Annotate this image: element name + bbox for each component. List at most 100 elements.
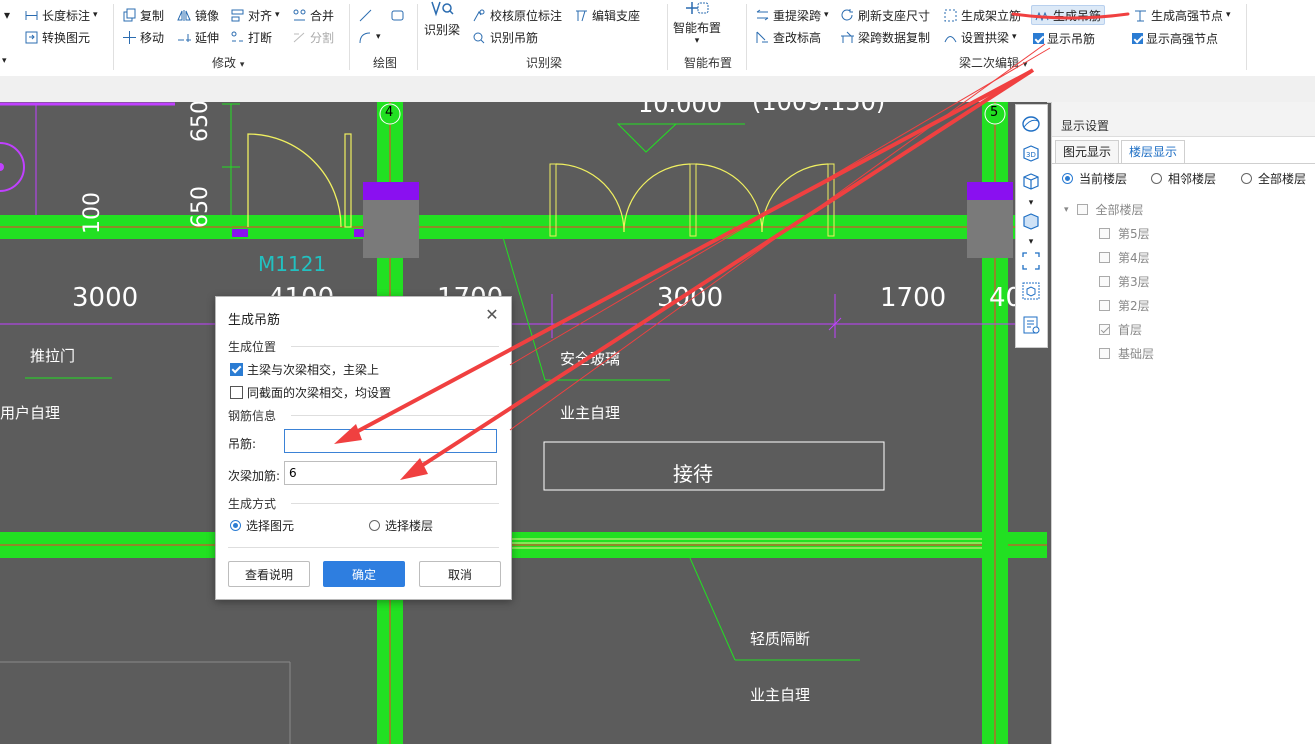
tab-element-display[interactable]: 图元显示 [1055,140,1120,164]
recognize-beam-button[interactable]: 识别梁 [424,0,460,38]
recognize-hanger-button[interactable]: 识别吊筋 [472,28,538,46]
ok-button[interactable]: 确定 [323,561,405,587]
tree-floor-1[interactable]: 首层 [1099,321,1142,338]
radio-current-floor-label: 当前楼层 [1079,172,1128,186]
check-label-button[interactable]: 校核原位标注 [472,6,562,24]
convert-element-button[interactable]: 转换图元 [24,28,90,46]
radio-current-floor[interactable]: 当前楼层 [1062,170,1127,187]
zoom-extent-icon[interactable] [1021,251,1041,271]
orbit-icon[interactable] [1021,114,1041,134]
opt-main-secondary[interactable]: 主梁与次梁相交，主梁上 [230,361,379,378]
solid-cube-icon[interactable] [1021,211,1041,231]
radio-select-element[interactable]: 选择图元 [230,517,294,534]
cube-view-icon[interactable] [1021,171,1041,191]
radio-select-floor[interactable]: 选择楼层 [369,517,433,534]
modify-elev-button[interactable]: 查改标高 [755,28,821,46]
text-partition: 轻质隔断 [750,630,811,648]
show-hanger-checkbox[interactable]: 显示吊筋 [1033,29,1095,47]
re-span-button[interactable]: 重提梁跨 ▾ [755,6,829,24]
move-icon [122,30,137,45]
door-label: M1121 [258,252,327,276]
close-icon[interactable]: ✕ [484,307,500,323]
dropdown-fragment[interactable]: ▾ [4,6,10,24]
split-icon [292,30,307,45]
modify-group-text: 修改 [212,56,237,70]
draw-rect-button[interactable] [390,6,405,24]
split-button[interactable]: 分割 [292,28,334,46]
show-hanger-check[interactable] [1033,32,1044,44]
group-divider [746,4,747,70]
gen-strong-node-icon [1133,8,1148,23]
span-copy-button[interactable]: 梁跨数据复制 [840,28,930,46]
opt-main-secondary-check[interactable] [230,363,243,376]
opt-same-section[interactable]: 同截面的次梁相交，均设置 [230,384,391,401]
text-owner-self: 业主自理 [560,404,621,422]
view-toolbar: 3D ▾ ▾ [1015,104,1048,348]
expand-triangle-icon[interactable]: ▾ [1064,205,1069,215]
chevron-down-icon[interactable]: ▾ [1021,193,1041,213]
drawing-canvas[interactable]: 4 5 10.000 (1009.150) M1121 3000 4100 17… [0,102,1047,744]
panel-header: 显示设置 [1052,102,1315,137]
merge-button[interactable]: 合并 [292,6,334,24]
radio-select-element-label: 选择图元 [246,519,295,533]
tab-floor-display[interactable]: 楼层显示 [1121,140,1186,164]
set-arch-button[interactable]: 设置拱梁 ▾ [943,28,1017,46]
copy-button[interactable]: 复制 [122,6,164,24]
smart-group-label: 智能布置 [684,56,733,70]
draw-line-button[interactable] [358,6,373,24]
radio-select-floor-dot[interactable] [369,520,380,531]
tree-floor-foundation[interactable]: 基础层 [1099,345,1154,362]
view-3d-icon[interactable]: 3D [1021,143,1041,163]
radio-adjacent-floor-dot[interactable] [1151,173,1162,184]
floor-check[interactable] [1099,300,1110,311]
refresh-support-button[interactable]: 刷新支座尺寸 [840,6,930,24]
hanger-input[interactable] [284,429,497,453]
radio-current-floor-dot[interactable] [1062,173,1073,184]
elevation-text-2: (1009.150) [752,102,886,116]
gen-strong-node-label: 生成高强节点 [1151,8,1224,23]
tree-floor-3[interactable]: 第3层 [1099,273,1150,290]
floor-check[interactable] [1099,252,1110,263]
box-select-icon[interactable] [1021,281,1041,301]
refresh-icon [840,8,855,23]
show-strong-node-check[interactable] [1132,32,1143,44]
smart-layout-button[interactable]: 智能布置 ▾ [673,0,721,46]
tree-floor-2[interactable]: 第2层 [1099,297,1150,314]
show-strong-node-checkbox[interactable]: 显示高强节点 [1132,29,1218,47]
tree-root-check[interactable] [1076,204,1088,215]
break-button[interactable]: 打断 [230,28,272,46]
mirror-button[interactable]: 镜像 [177,6,219,24]
gen-strong-node-button[interactable]: 生成高强节点 ▾ [1133,6,1231,24]
tree-floor-5[interactable]: 第5层 [1099,225,1150,242]
radio-all-floors[interactable]: 全部楼层 [1241,170,1306,187]
help-button[interactable]: 查看说明 [228,561,310,587]
move-button[interactable]: 移动 [122,28,164,46]
align-button[interactable]: 对齐 ▾ [230,6,280,24]
chevron-down-icon[interactable]: ▾ [1021,232,1041,252]
extend-button[interactable]: 延伸 [177,28,219,46]
rectangle-icon [390,8,405,23]
tree-root-all-floors[interactable]: ▾ 全部楼层 [1064,201,1144,218]
radio-all-floors-dot[interactable] [1241,173,1252,184]
floor-check[interactable] [1099,228,1110,239]
cancel-button[interactable]: 取消 [419,561,501,587]
edit-support-button[interactable]: 编辑支座 [574,6,640,24]
radio-adjacent-floor[interactable]: 相邻楼层 [1151,170,1216,187]
floor-check[interactable] [1099,324,1110,335]
floor-check[interactable] [1099,276,1110,287]
floor-check[interactable] [1099,348,1110,359]
chevron-down-icon[interactable]: ▾ [2,52,7,70]
gen-stirrup-button[interactable]: 生成架立筋 [943,6,1021,24]
draw-arc-button[interactable]: ▾ [358,28,381,46]
gen-hanger-button[interactable]: 生成吊筋 [1031,5,1106,25]
display-settings-icon[interactable] [1021,315,1041,335]
gen-hanger-label: 生成吊筋 [1053,8,1102,23]
opt-same-section-check[interactable] [230,386,243,399]
recognize-beam-icon [428,0,456,21]
length-mark-button[interactable]: 长度标注 ▾ [24,6,98,24]
span-copy-icon [840,30,855,45]
tree-floor-4[interactable]: 第4层 [1099,249,1150,266]
floor-label: 首层 [1118,323,1143,337]
radio-select-element-dot[interactable] [230,520,241,531]
secondary-rebar-input[interactable] [284,461,497,485]
